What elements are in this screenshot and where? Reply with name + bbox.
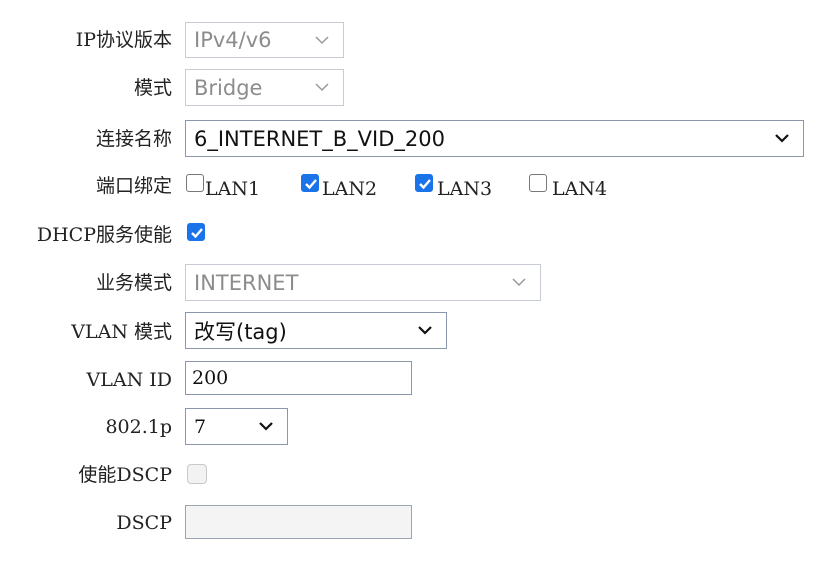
dscp-input[interactable] (185, 505, 412, 539)
dhcp-service-label: DHCP服务使能 (36, 224, 172, 246)
vlan-id-value: 200 (192, 367, 229, 389)
connection-name-select[interactable]: 6_INTERNET_B_VID_200 (185, 120, 804, 157)
vlan-mode-label: VLAN 模式 (71, 321, 172, 343)
enable-dscp-checkbox[interactable] (187, 464, 207, 484)
chevron-down-icon (508, 272, 530, 294)
chevron-down-icon (414, 320, 436, 342)
priority-8021p-value: 7 (194, 415, 207, 438)
connection-name-value: 6_INTERNET_B_VID_200 (194, 126, 445, 151)
lan2-label: LAN2 (322, 178, 378, 200)
connection-name-label: 连接名称 (95, 128, 172, 150)
service-mode-select[interactable]: INTERNET (185, 264, 541, 301)
mode-value: Bridge (194, 75, 263, 100)
dhcp-service-checkbox[interactable] (187, 223, 205, 241)
chevron-down-icon (311, 29, 333, 51)
chevron-down-icon (255, 416, 277, 438)
chevron-down-icon (311, 77, 333, 99)
ip-version-value: IPv4/v6 (194, 28, 272, 52)
dscp-label: DSCP (116, 512, 172, 534)
vlan-id-input[interactable]: 200 (185, 361, 412, 395)
port-binding-label: 端口绑定 (95, 175, 172, 197)
mode-label: 模式 (133, 77, 172, 99)
vlan-mode-value: 改写(tag) (194, 319, 287, 344)
lan3-checkbox[interactable] (415, 174, 433, 192)
lan3-label: LAN3 (437, 178, 493, 200)
service-mode-label: 业务模式 (95, 272, 172, 294)
lan1-label: LAN1 (205, 178, 261, 200)
lan4-label: LAN4 (552, 178, 608, 200)
priority-8021p-select[interactable]: 7 (185, 408, 288, 445)
lan1-checkbox[interactable] (186, 174, 204, 192)
ip-version-label: IP协议版本 (75, 29, 172, 51)
service-mode-value: INTERNET (194, 270, 299, 295)
ip-version-select[interactable]: IPv4/v6 (185, 22, 344, 58)
vlan-id-label: VLAN ID (86, 369, 172, 391)
chevron-down-icon (771, 128, 793, 150)
priority-8021p-label: 802.1p (105, 416, 172, 438)
lan2-checkbox[interactable] (301, 174, 319, 192)
enable-dscp-label: 使能DSCP (78, 464, 172, 486)
lan4-checkbox[interactable] (529, 174, 547, 192)
vlan-mode-select[interactable]: 改写(tag) (185, 312, 447, 349)
mode-select[interactable]: Bridge (185, 69, 344, 106)
